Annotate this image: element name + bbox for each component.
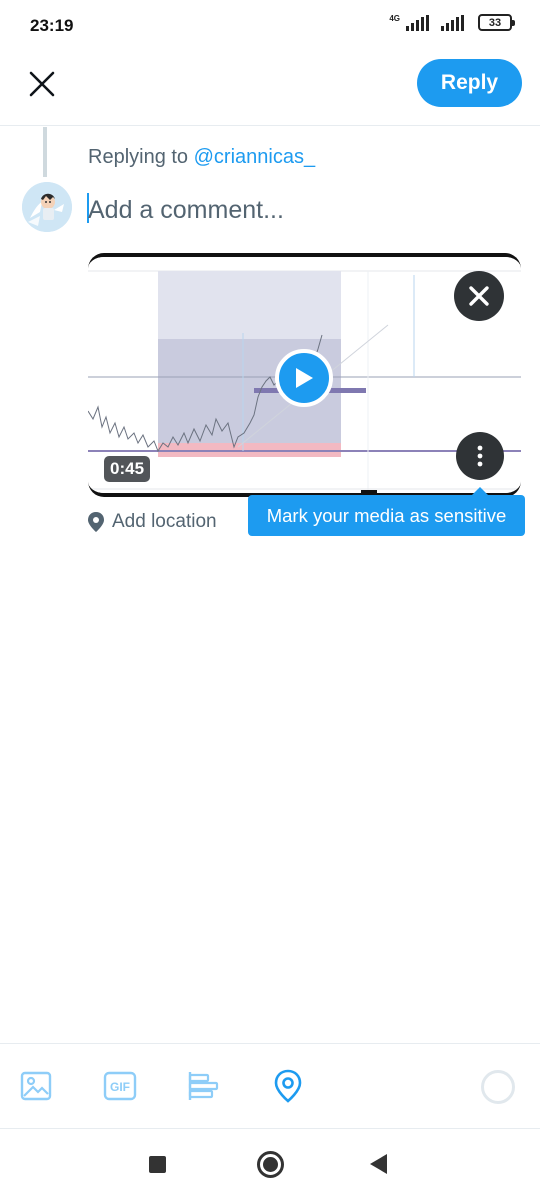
reply-button[interactable]: Reply (417, 59, 522, 107)
system-navigation-bar (0, 1130, 540, 1200)
battery-icon: 33 (478, 14, 515, 31)
signal-icon (406, 14, 429, 31)
avatar-image (22, 182, 72, 232)
more-vertical-icon (477, 445, 483, 467)
add-location-label: Add location (112, 511, 217, 532)
play-icon (296, 368, 313, 388)
tooltip-text: Mark your media as sensitive (266, 504, 507, 526)
battery-level: 33 (488, 16, 502, 29)
compose-toolbar: GIF (0, 1043, 540, 1129)
poll-icon (188, 1072, 219, 1100)
close-icon (469, 286, 489, 306)
status-indicators: 4G 33 (389, 13, 515, 31)
add-location-button[interactable]: Add location (86, 511, 217, 533)
avatar[interactable] (22, 182, 72, 232)
signal-icon-2 (441, 14, 464, 31)
gif-label: GIF (110, 1080, 130, 1094)
video-duration: 0:45 (104, 456, 151, 482)
add-image-button[interactable] (18, 1068, 54, 1104)
sensitive-media-tooltip[interactable]: Mark your media as sensitive (248, 487, 525, 536)
status-time: 23:19 (30, 16, 74, 35)
thread-line (43, 127, 47, 177)
close-icon (29, 71, 55, 97)
home-icon[interactable] (257, 1151, 284, 1178)
location-button[interactable] (270, 1068, 306, 1104)
play-button[interactable] (275, 349, 333, 407)
remove-media-button[interactable] (454, 271, 504, 321)
add-gif-button[interactable]: GIF (102, 1068, 138, 1104)
location-icon (274, 1069, 302, 1103)
status-bar: 23:19 4G 33 (0, 0, 540, 52)
character-count-ring (481, 1070, 515, 1104)
replying-handle[interactable]: @criannicas_ (194, 146, 315, 168)
media-options-button[interactable] (456, 432, 504, 480)
close-button[interactable] (22, 64, 62, 104)
add-poll-button[interactable] (186, 1068, 222, 1104)
replying-to: Replying to @criannicas_ (88, 146, 315, 169)
compose-header: Reply (0, 52, 540, 126)
image-icon (20, 1071, 52, 1101)
replying-prefix: Replying to (88, 146, 189, 168)
comment-input[interactable] (88, 190, 508, 230)
back-icon[interactable] (370, 1154, 387, 1174)
recents-icon[interactable] (149, 1156, 166, 1173)
location-pin-icon (88, 512, 104, 532)
gif-icon: GIF (103, 1071, 137, 1101)
network-type: 4G (389, 13, 400, 23)
